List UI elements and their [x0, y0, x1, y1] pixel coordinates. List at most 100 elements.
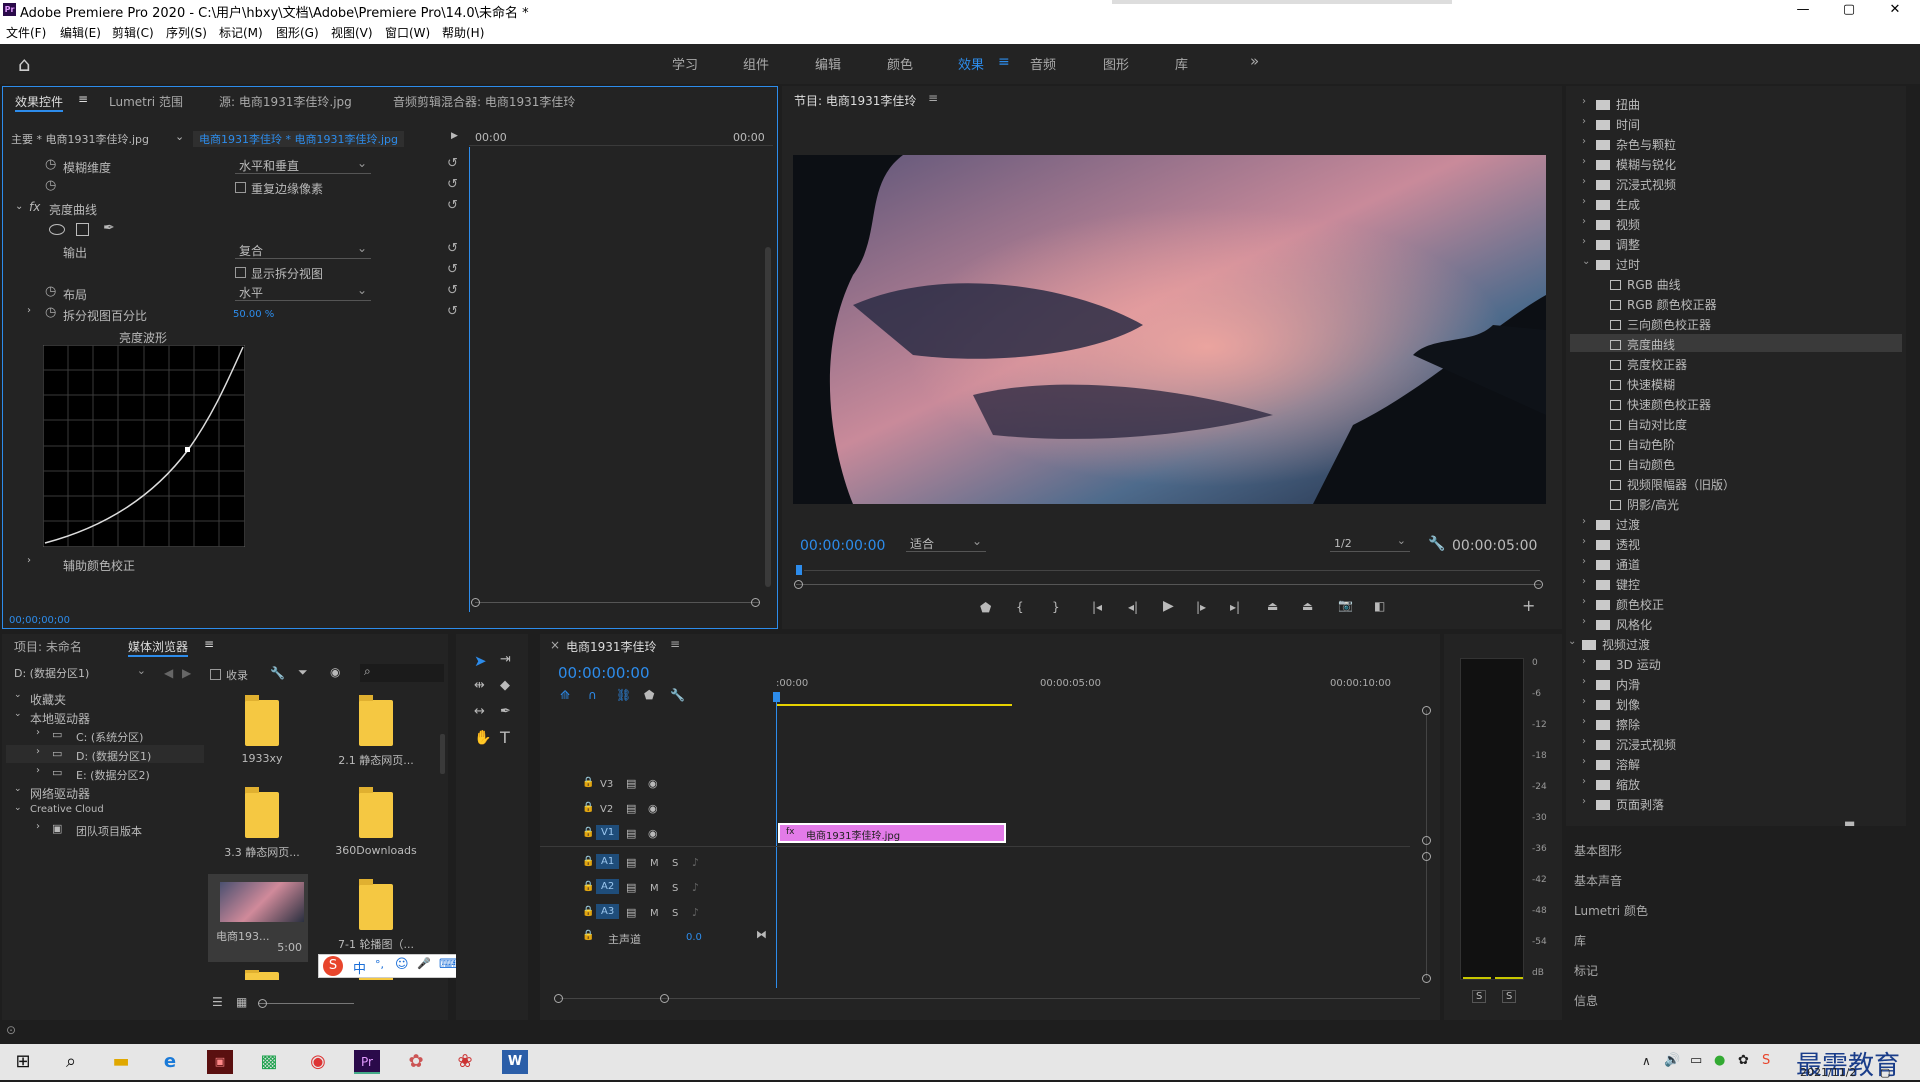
tree-drive-e[interactable]: E: (数据分区2): [76, 767, 150, 783]
project-scrollbar[interactable]: [440, 734, 445, 774]
track-v2-label[interactable]: V2: [600, 804, 613, 815]
effect-folder[interactable]: 风格化: [1596, 616, 1652, 633]
mute-button[interactable]: M: [650, 858, 659, 869]
chevron-right-icon[interactable]: ›: [1582, 676, 1586, 687]
bin-folder[interactable]: 3.3 静态网页...: [212, 782, 312, 860]
slip-tool-icon[interactable]: ↔: [474, 704, 485, 719]
menu-view[interactable]: 视图(V): [331, 24, 373, 41]
workspace-editing[interactable]: 编辑: [815, 54, 841, 73]
zoom-slider[interactable]: [258, 1003, 354, 1004]
chevron-right-icon[interactable]: ›: [1582, 616, 1586, 627]
tree-drive-c[interactable]: C: (系统分区): [76, 729, 143, 745]
tray-app-icon[interactable]: ●: [1714, 1053, 1725, 1068]
chevron-right-icon[interactable]: ›: [27, 555, 31, 566]
step-back-icon[interactable]: ◂|: [1128, 600, 1138, 614]
effect-folder[interactable]: 过渡: [1596, 516, 1640, 533]
effect-folder[interactable]: 生成: [1596, 196, 1640, 213]
eye-icon[interactable]: ◉: [648, 802, 658, 815]
panel-markers[interactable]: 标记: [1574, 962, 1598, 979]
panel-menu-icon[interactable]: ≡: [204, 637, 214, 651]
program-title[interactable]: 节目: 电商1931李佳玲: [794, 92, 916, 109]
chevron-right-icon[interactable]: ›: [1582, 736, 1586, 747]
resolution-dropdown[interactable]: 1/2: [1330, 533, 1410, 552]
program-zoom-bar[interactable]: [796, 584, 1541, 585]
chevron-right-icon[interactable]: ›: [1582, 576, 1586, 587]
film-icon[interactable]: ▤: [626, 802, 636, 815]
chevron-right-icon[interactable]: ›: [36, 727, 40, 738]
lock-icon[interactable]: 🔒: [582, 802, 594, 813]
export-frame-icon[interactable]: 📷: [1338, 598, 1353, 612]
workspace-menu-icon[interactable]: ≡: [998, 54, 1010, 70]
network-icon[interactable]: ▭: [1690, 1053, 1702, 1068]
reset-icon[interactable]: ↺: [447, 156, 458, 171]
effect-folder[interactable]: 透视: [1596, 536, 1640, 553]
menu-help[interactable]: 帮助(H): [442, 24, 484, 41]
track-select-tool-icon[interactable]: ⇥: [500, 652, 511, 667]
app-icon[interactable]: ✿: [403, 1050, 429, 1074]
hand-tool-icon[interactable]: ✋: [474, 730, 491, 746]
menu-file[interactable]: 文件(F): [6, 24, 46, 41]
tab-project[interactable]: 项目: 未命名: [14, 638, 82, 655]
effect-folder[interactable]: 沉浸式视频: [1596, 736, 1676, 753]
go-to-in-icon[interactable]: |◂: [1092, 600, 1102, 614]
chevron-right-icon[interactable]: ›: [1582, 696, 1586, 707]
solo-left-button[interactable]: S: [1472, 990, 1487, 1003]
workspace-libraries[interactable]: 库: [1175, 54, 1188, 73]
nav-back-icon[interactable]: ◀: [164, 666, 173, 680]
tree-network-drives[interactable]: 网络驱动器: [30, 785, 90, 802]
lift-icon[interactable]: ⏏: [1267, 599, 1278, 613]
effect-item[interactable]: RGB 曲线: [1610, 276, 1681, 293]
master-volume-value[interactable]: 0.0: [686, 932, 702, 943]
effect-folder[interactable]: 视频过渡: [1582, 636, 1650, 653]
colorful-app-icon[interactable]: ▩: [256, 1050, 282, 1074]
ingest-checkbox[interactable]: [210, 669, 221, 680]
effect-item[interactable]: 自动对比度: [1610, 416, 1687, 433]
chevron-right-icon[interactable]: ›: [1582, 796, 1586, 807]
tab-audio-clip-mixer[interactable]: 音频剪辑混合器: 电商1931李佳玲: [393, 93, 575, 110]
sogou-tray-icon[interactable]: S: [1762, 1053, 1770, 1068]
eye-icon[interactable]: ◉: [648, 827, 658, 840]
effect-item[interactable]: 自动颜色: [1610, 456, 1675, 473]
program-zoom-handle-right[interactable]: [1534, 580, 1543, 589]
timeline-playhead-head[interactable]: [773, 692, 780, 702]
vscroll-handle[interactable]: [1422, 974, 1431, 983]
app-icon[interactable]: ❀: [452, 1050, 478, 1074]
show-split-checkbox[interactable]: [235, 267, 246, 278]
panel-libraries[interactable]: 库: [1574, 932, 1586, 949]
ime-voice[interactable]: 🎤: [417, 957, 431, 970]
panel-menu-icon[interactable]: ≡: [670, 637, 680, 651]
master-end-icon[interactable]: ⧓: [756, 928, 767, 941]
effect-folder[interactable]: 过时: [1596, 256, 1640, 273]
track-v3-label[interactable]: V3: [600, 779, 613, 790]
panel-essential-sound[interactable]: 基本声音: [1574, 872, 1622, 889]
effect-folder[interactable]: 时间: [1596, 116, 1640, 133]
wrench-icon[interactable]: 🔧: [1428, 536, 1445, 552]
razor-tool-icon[interactable]: ◆: [500, 678, 510, 693]
rect-mask-icon[interactable]: [76, 223, 89, 236]
reset-icon[interactable]: ↺: [447, 304, 458, 319]
hscroll-handle-right[interactable]: [660, 994, 669, 1003]
bin-image-clip[interactable]: 电商193... 5:00: [208, 874, 308, 962]
timeline-title[interactable]: 电商1931李佳玲: [566, 638, 657, 655]
ec-zoom-handle-left[interactable]: [471, 598, 480, 607]
track-v1-label[interactable]: V1: [596, 825, 620, 840]
chevron-right-icon[interactable]: ›: [36, 821, 40, 832]
workspace-audio[interactable]: 音频: [1030, 54, 1056, 73]
go-to-out-icon[interactable]: ▸|: [1230, 600, 1240, 614]
chevron-right-icon[interactable]: ›: [1582, 756, 1586, 767]
lock-icon[interactable]: 🔒: [582, 881, 594, 892]
add-marker-icon[interactable]: ⬟: [644, 688, 654, 702]
workspace-graphics[interactable]: 图形: [1103, 54, 1129, 73]
output-dropdown[interactable]: 复合: [235, 240, 371, 259]
track-a1-label[interactable]: A1: [596, 854, 620, 869]
ec-timecode[interactable]: 00;00;00;00: [9, 615, 70, 626]
premiere-taskbar-icon[interactable]: Pr: [354, 1050, 380, 1074]
effect-item[interactable]: 视频限幅器（旧版）: [1610, 476, 1735, 493]
effect-folder[interactable]: 擦除: [1596, 716, 1640, 733]
chevron-right-icon[interactable]: ›: [1582, 536, 1586, 547]
chevron-right-icon[interactable]: ›: [1582, 656, 1586, 667]
snap-icon[interactable]: ∩: [588, 688, 597, 702]
stopwatch-icon[interactable]: ◷: [45, 178, 56, 193]
film-icon[interactable]: ▤: [626, 777, 636, 790]
stopwatch-icon[interactable]: ◷: [45, 284, 56, 299]
